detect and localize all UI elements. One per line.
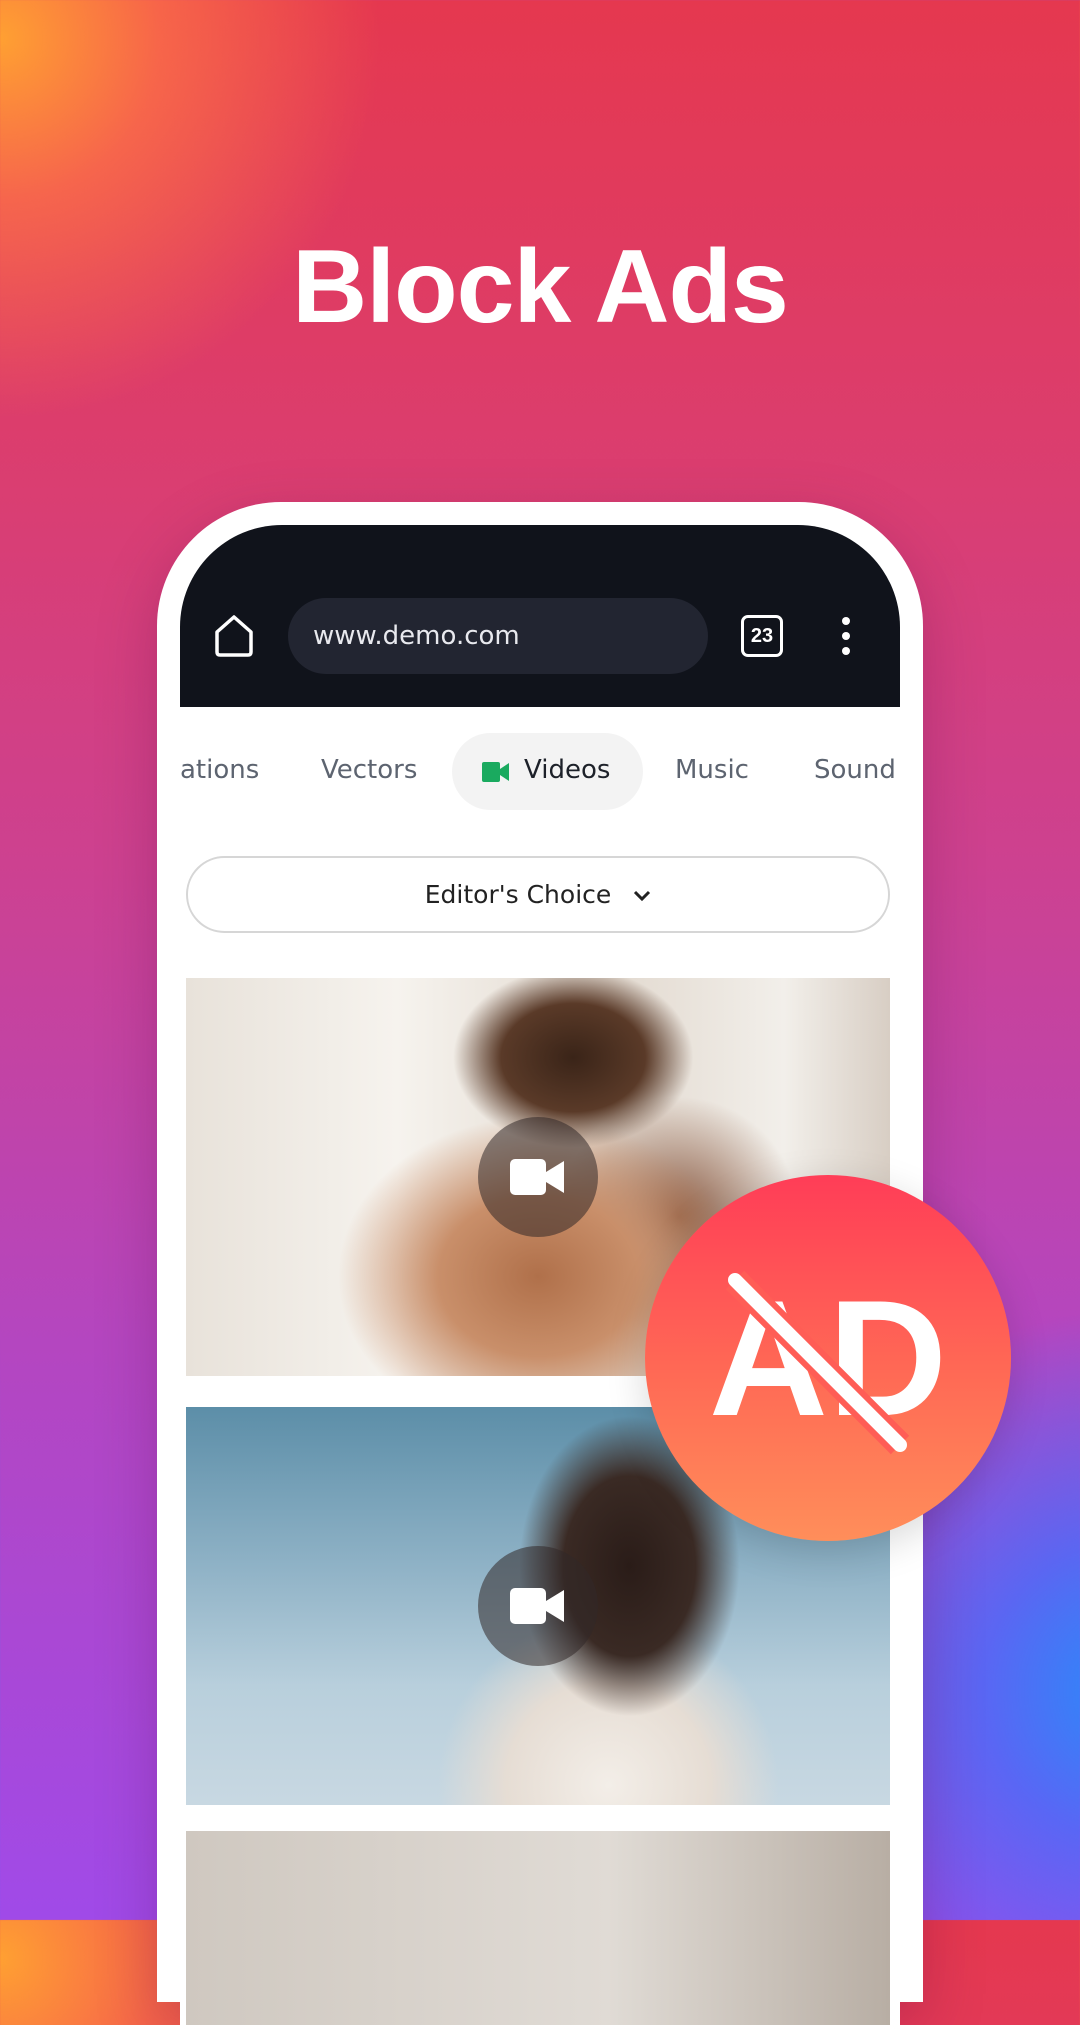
tab-sound[interactable]: Sound [814, 750, 896, 790]
video-badge [478, 1117, 598, 1237]
more-vertical-icon[interactable] [841, 617, 851, 657]
video-camera-icon [510, 1159, 564, 1195]
tabs-counter-button[interactable]: 23 [741, 615, 783, 657]
headline: Block Ads [292, 229, 789, 345]
sort-dropdown[interactable]: Editor's Choice [186, 856, 890, 933]
tab-illustrations[interactable]: ations [180, 750, 259, 790]
url-bar[interactable]: www.demo.com [288, 598, 708, 674]
video-camera-icon [482, 762, 509, 782]
video-camera-icon [510, 1588, 564, 1624]
image-thumbnail[interactable] [186, 1831, 890, 2025]
chevron-down-icon [634, 890, 651, 902]
video-badge [478, 1546, 598, 1666]
ad-blocked-icon: AD [709, 1266, 947, 1455]
browser-toolbar: www.demo.com 23 [180, 525, 900, 707]
tab-music[interactable]: Music [675, 750, 749, 790]
tab-videos[interactable]: Videos [524, 750, 610, 790]
sort-dropdown-label: Editor's Choice [424, 880, 612, 909]
tab-vectors[interactable]: Vectors [321, 750, 417, 790]
home-icon[interactable] [213, 614, 255, 658]
ad-block-badge: AD [645, 1175, 1011, 1541]
